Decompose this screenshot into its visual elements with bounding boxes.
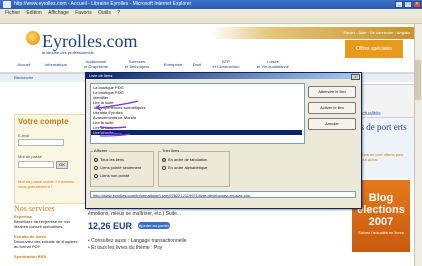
service-extraits[interactable]: Extraits de livres Découvrez des extrait…	[14, 234, 80, 249]
blog-caption: Suivez l'actualité en livres	[358, 230, 404, 235]
radio-all-links[interactable]	[94, 158, 98, 162]
related-link-2[interactable]: • Et tous les livres du thème : Psy	[88, 245, 186, 252]
menu-help[interactable]: ?	[117, 10, 120, 16]
menu-file[interactable]: Fichier	[5, 10, 20, 16]
radio-tab-order[interactable]	[162, 158, 166, 162]
radio-all-links-label: Tous les liens	[100, 157, 125, 162]
service-rss-title: Syndication RSS	[14, 254, 47, 259]
sort-group-label: Trier liens	[161, 148, 181, 153]
nav-loisirs[interactable]: Loisirs et Vie quotidienne	[248, 59, 298, 69]
login-button[interactable]: OK	[56, 161, 68, 169]
menu-tools[interactable]: Outils	[98, 10, 111, 16]
links-listbox[interactable]: La boutique PDG La boutique PDG Identifi…	[90, 83, 305, 144]
menu-favorites[interactable]: Favoris	[75, 10, 91, 16]
nav-btp[interactable]: BTP et Construction	[206, 59, 246, 69]
email-field[interactable]	[18, 139, 64, 146]
password-field[interactable]	[18, 161, 54, 168]
radio-tab-order-label: En ordre de tabulation	[168, 157, 208, 162]
link-url-field[interactable]: http://www.eyrolles.com/Informatique/Liv…	[90, 191, 356, 198]
menu-bar: Fichier Edition Affichage Favoris Outils…	[0, 9, 422, 17]
activate-link-button[interactable]: Activer le lien	[308, 102, 356, 114]
nav-sciences[interactable]: Sciences et Techniques	[118, 59, 156, 69]
show-group-label: Afficher	[93, 148, 109, 153]
header-strip: Panier · Aide · Se connecter · Anglais	[210, 27, 414, 39]
browser-toolbar	[0, 17, 422, 24]
browser-icon	[3, 1, 11, 8]
shipping-text: Frais de port offerts pour tout achat	[360, 152, 404, 162]
add-to-cart-button[interactable]: Ajouter au panier	[138, 222, 170, 229]
nav-accueil[interactable]: Accueil	[10, 62, 38, 67]
radio-visited-links-label: Liens pointé seulement	[100, 165, 142, 170]
dialog-close-button[interactable]: ×	[351, 74, 360, 80]
scrollbar-thumb[interactable]	[415, 60, 421, 100]
service-rss[interactable]: Syndication RSS	[14, 254, 80, 259]
news-link[interactable]: Actualités	[359, 111, 381, 117]
maximize-button[interactable]: □	[404, 1, 412, 8]
search-label[interactable]: Recherche	[14, 75, 33, 80]
logo-icon	[26, 31, 40, 45]
go-to-link-button[interactable]: Atteindre le lien	[308, 86, 356, 98]
nav-droit[interactable]: Droit	[188, 62, 206, 67]
header-strip-links[interactable]: Panier · Aide · Se connecter · Anglais	[344, 30, 410, 35]
menu-view[interactable]: Affichage	[48, 10, 69, 16]
nav-informatique[interactable]: Informatique	[40, 62, 72, 67]
account-box	[14, 114, 86, 204]
services-title: Nos services	[14, 204, 55, 213]
radio-visited-links[interactable]	[94, 166, 98, 170]
related-link-1[interactable]: • Consultez aussi : Langage transactionn…	[88, 238, 186, 245]
menu-edit[interactable]: Edition	[26, 10, 41, 16]
nav-audiovisuel[interactable]: Audiovisuel et Graphisme	[76, 59, 116, 69]
related-links: • Consultez aussi : Langage transactionn…	[88, 238, 186, 252]
email-label: E-mail	[18, 133, 30, 138]
window-titlebar: http://www.eyrolles.com - Accueil - Libr…	[0, 0, 422, 9]
close-button[interactable]: ×	[413, 1, 421, 8]
account-links[interactable]: Mot de passe oublié ? Inscrivez-vous gra…	[18, 179, 78, 189]
account-title: Votre compte	[18, 117, 69, 126]
service-expertise[interactable]: Expertise Bénéficiez de l'expertise de n…	[14, 214, 80, 229]
service-extraits-text: Découvrez des extraits de chapitres au f…	[14, 239, 78, 249]
promo-banner[interactable]: Offres spéciales	[345, 40, 403, 58]
shipping-heading: is de port erts	[358, 122, 407, 132]
nav-entreprise[interactable]: Entreprise	[158, 62, 188, 67]
radio-alpha-order[interactable]	[162, 166, 166, 170]
link-item-selected[interactable]: Lire la suite	[91, 130, 302, 135]
site-tagline: la librairie des professionnels	[42, 50, 94, 55]
dialog-title-text: Liste de liens	[89, 73, 113, 78]
password-label: Mot de passe	[18, 154, 43, 159]
minimize-button[interactable]: _	[395, 1, 403, 8]
dialog-title: Liste de liens	[86, 73, 359, 79]
book-price: 12,26 EUR	[88, 221, 133, 231]
book-description: émotions, mieux se maîtriser, etc.) Suit…	[88, 211, 182, 217]
site-logo[interactable]: Eyrolles.com	[42, 31, 137, 52]
service-expertise-text: Bénéficiez de l'expertise de nos librair…	[14, 219, 71, 229]
cancel-button[interactable]: Annuler	[308, 118, 356, 130]
radio-unvisited-links[interactable]	[94, 174, 98, 178]
window-title: http://www.eyrolles.com - Accueil - Libr…	[14, 1, 192, 7]
radio-alpha-order-label: En ordre alphabétique	[168, 165, 208, 170]
radio-unvisited-links-label: Liens non pointé	[100, 173, 130, 178]
